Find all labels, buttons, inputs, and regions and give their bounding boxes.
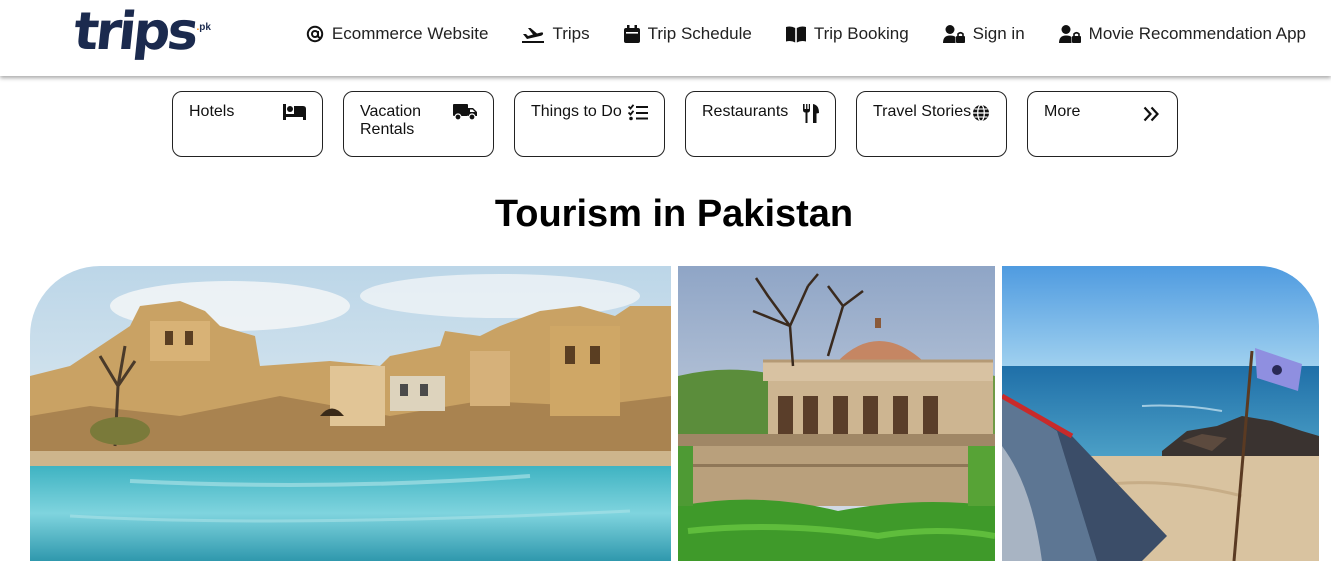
- nav-label: Sign in: [972, 24, 1025, 43]
- category-label: More: [1044, 103, 1081, 120]
- nav-trips[interactable]: Trips: [522, 24, 590, 44]
- category-hotels[interactable]: Hotels: [172, 91, 323, 157]
- main-nav: Ecommerce Website Trips Trip Schedule Tr…: [272, 24, 1306, 44]
- nav-label: Movie Recommendation App: [1088, 24, 1306, 43]
- nav-label: Trip Booking: [813, 24, 909, 43]
- bed-icon: [283, 104, 306, 120]
- nav-sign-in[interactable]: Sign in: [942, 24, 1025, 44]
- truck-icon: [453, 104, 477, 121]
- page-title: Tourism in Pakistan: [494, 193, 854, 235]
- globe-icon: [973, 104, 989, 122]
- domed-monument-photo[interactable]: [678, 266, 995, 561]
- category-travel-stories[interactable]: Travel Stories: [856, 91, 1007, 157]
- nav-movie-recommendation-app[interactable]: Movie Recommendation App: [1058, 24, 1306, 44]
- checklist-icon: [628, 104, 648, 121]
- nav-label: Trip Schedule: [647, 24, 752, 43]
- beach-tent-photo[interactable]: [1002, 266, 1319, 561]
- category-label: Travel Stories: [873, 103, 972, 120]
- category-bar: Hotels Vacation Rentals Things to Do Res…: [172, 91, 1198, 157]
- nav-label: Ecommerce Website: [331, 24, 489, 43]
- top-header: trips .pk Ecommerce Website Trips Trip S…: [0, 0, 1331, 76]
- at-icon: [306, 25, 324, 43]
- trips-logo[interactable]: trips .pk: [70, 2, 211, 66]
- temple-pond-photo[interactable]: [30, 266, 671, 561]
- calendar-icon: [623, 25, 640, 43]
- logo-suffix: .pk: [196, 22, 211, 33]
- logo-wordmark: trips: [70, 2, 199, 62]
- category-label: Hotels: [189, 103, 235, 120]
- category-vacation-rentals[interactable]: Vacation Rentals: [343, 91, 494, 157]
- category-label: Restaurants: [702, 103, 789, 120]
- double-chevron-right-icon: [1143, 106, 1159, 122]
- user-lock-icon: [1058, 25, 1081, 43]
- nav-trip-schedule[interactable]: Trip Schedule: [623, 24, 752, 44]
- category-things-to-do[interactable]: Things to Do: [514, 91, 665, 157]
- book-icon: [785, 25, 806, 42]
- plane-icon: [522, 28, 545, 43]
- nav-label: Trips: [552, 24, 590, 43]
- category-label: Things to Do: [531, 103, 622, 120]
- user-lock-icon: [942, 25, 965, 43]
- utensils-icon: [803, 104, 819, 123]
- nav-trip-booking[interactable]: Trip Booking: [785, 24, 909, 44]
- category-label: Vacation Rentals: [360, 103, 422, 138]
- nav-ecommerce-website[interactable]: Ecommerce Website: [306, 24, 489, 44]
- category-more[interactable]: More: [1027, 91, 1178, 157]
- category-restaurants[interactable]: Restaurants: [685, 91, 836, 157]
